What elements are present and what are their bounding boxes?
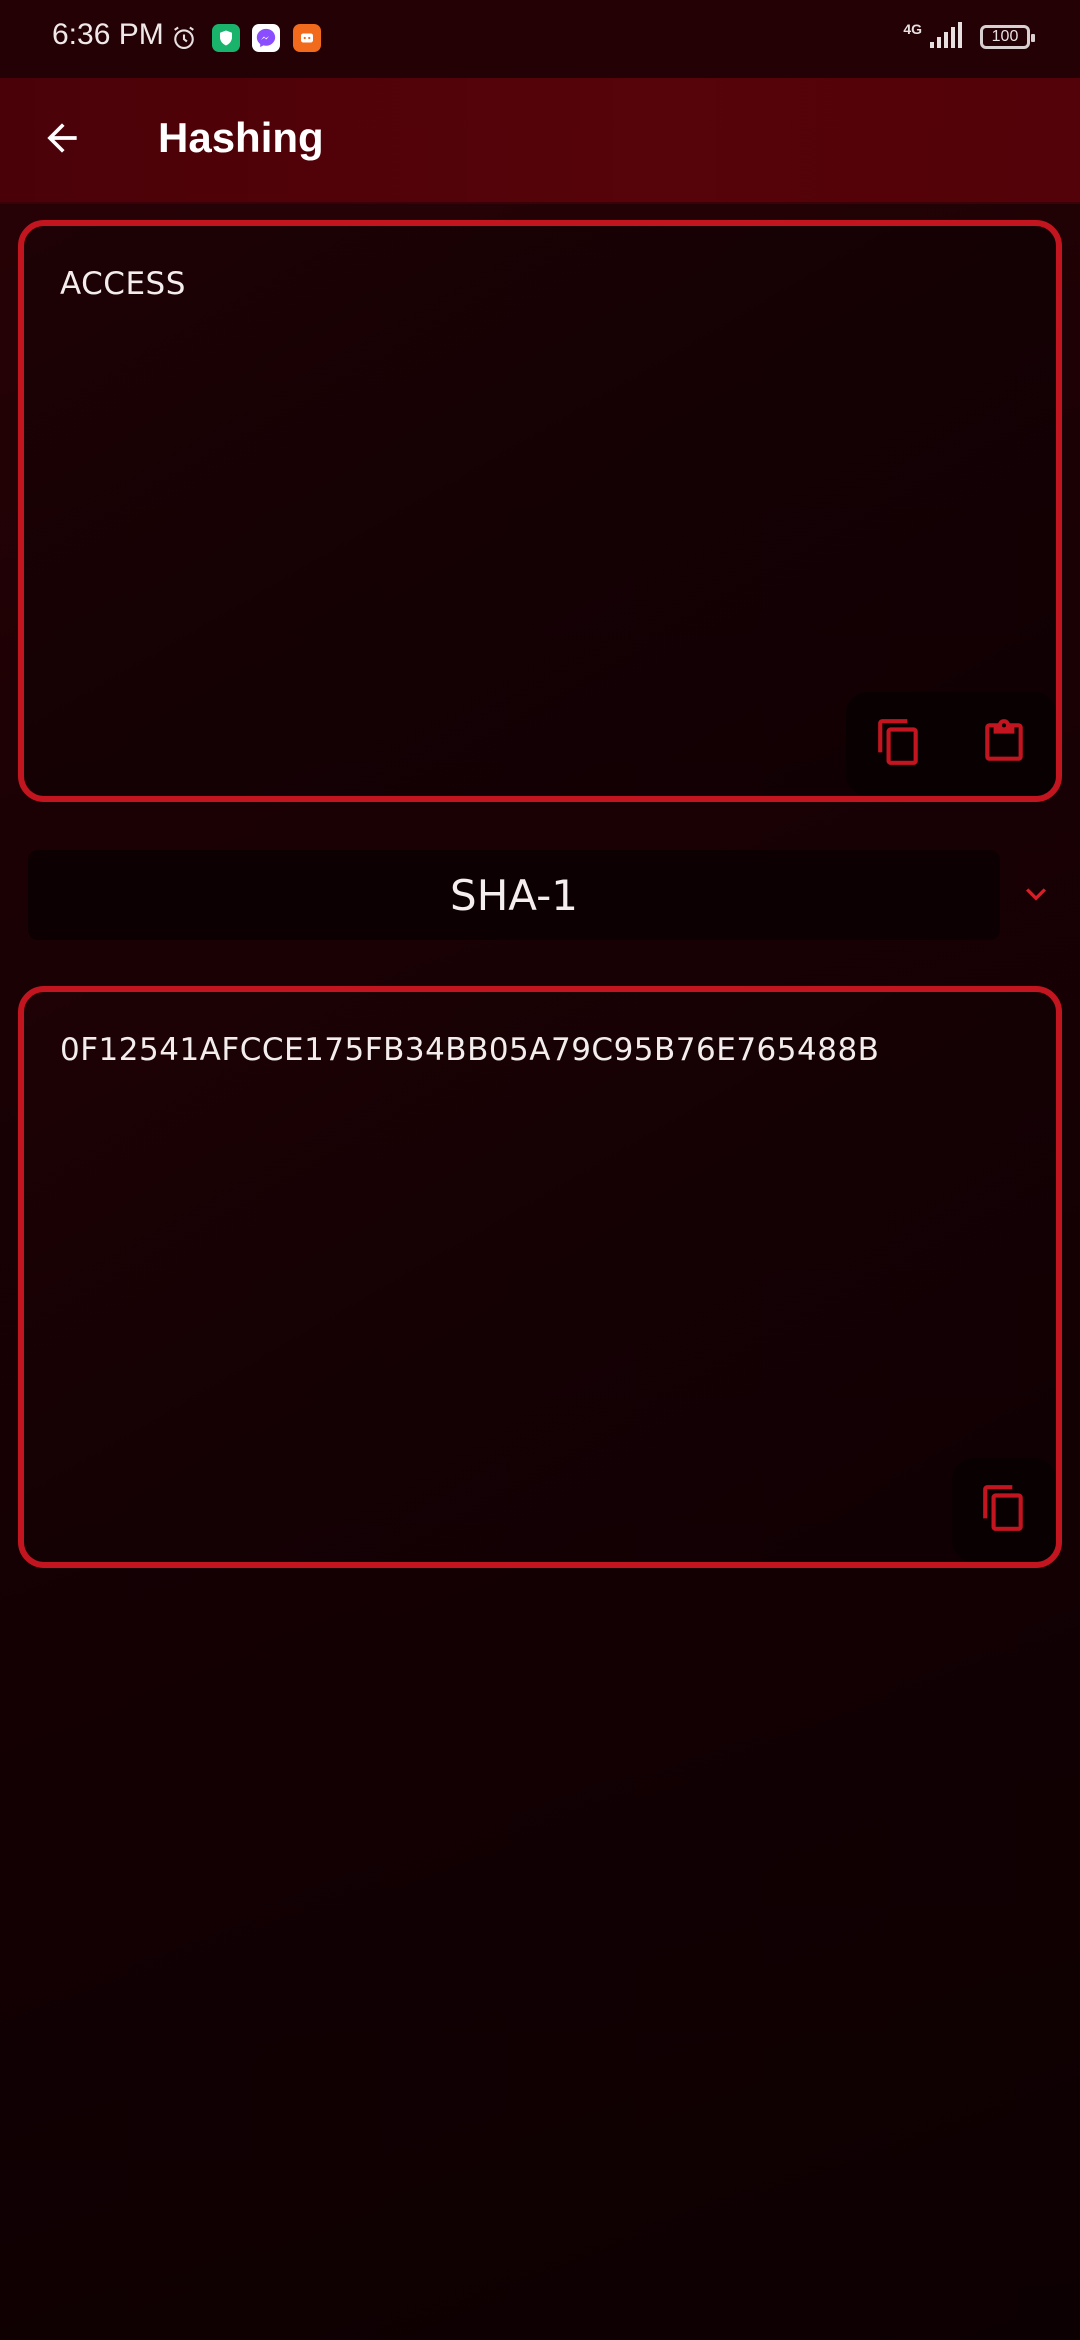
page-title: Hashing: [158, 114, 324, 161]
signal-icon: [930, 22, 962, 52]
battery-indicator: 100: [980, 25, 1035, 49]
copy-output-button[interactable]: [968, 1474, 1040, 1546]
input-tools: [846, 692, 1056, 796]
back-button[interactable]: [30, 108, 94, 172]
output-text-area[interactable]: 0F12541AFCCE175FB34BB05A79C95B76E765488B: [18, 986, 1062, 1568]
clipboard-icon: [979, 717, 1029, 771]
algorithm-dropdown[interactable]: SHA-1: [28, 850, 1000, 940]
copy-input-button[interactable]: [863, 708, 935, 780]
output-hash[interactable]: 0F12541AFCCE175FB34BB05A79C95B76E765488B: [60, 1032, 1020, 1068]
status-bar: 6:36 PM 4G 100: [0, 0, 1080, 78]
copy-icon: [874, 717, 924, 771]
network-type: 4G: [903, 21, 922, 37]
alarm-icon: [170, 24, 198, 52]
input-text[interactable]: ACCESS: [60, 266, 1020, 302]
messenger-icon: [252, 24, 280, 52]
arrow-left-icon: [40, 116, 84, 164]
dropdown-toggle[interactable]: [1016, 876, 1056, 916]
input-text-area[interactable]: ACCESS: [18, 220, 1062, 802]
hashing-screen: 6:36 PM 4G 100 Hashing ACCESS SHA-1 0F12…: [0, 0, 1080, 2340]
app-notification-icon: [293, 24, 321, 52]
paste-button[interactable]: [968, 708, 1040, 780]
status-time: 6:36 PM: [52, 18, 164, 51]
chevron-down-icon: [1016, 874, 1056, 918]
copy-icon: [979, 1483, 1029, 1537]
app-bar: Hashing: [0, 78, 1080, 204]
status-right: 4G 100: [903, 21, 1035, 52]
vpn-shield-icon: [212, 24, 240, 52]
output-tools: [952, 1458, 1056, 1562]
algorithm-selected: SHA-1: [450, 870, 578, 920]
